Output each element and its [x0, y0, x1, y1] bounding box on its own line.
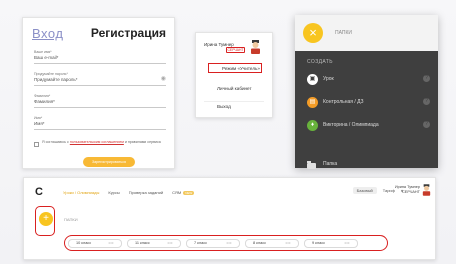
name-label: Имя* — [34, 116, 43, 120]
surname-label: Фамилия* — [34, 94, 51, 98]
menu-teacher-mode-label: Режим «Учитель» — [222, 65, 260, 71]
grade-chip-8[interactable]: 8 класс ••• — [245, 239, 299, 248]
create-section-label: СОЗДАТЬ — [307, 59, 333, 65]
grade-label: 7 класс — [194, 241, 207, 245]
create-lesson-label: Урок — [323, 76, 334, 82]
menu-cabinet[interactable]: Личный кабинет — [206, 83, 266, 93]
profile-dropdown: Ирина Тумнер СЕРЧАНТ Режим «Учитель» Лич… — [195, 32, 273, 118]
add-icon[interactable]: + — [39, 212, 53, 226]
nav-sym[interactable]: СЯМ NEW — [172, 190, 195, 195]
nav-check[interactable]: Проверка заданий — [129, 190, 163, 195]
grade-label: 9 класс — [312, 241, 325, 245]
avatar-icon[interactable] — [422, 184, 431, 196]
grade-label: 10 класс — [76, 241, 92, 245]
grade-chip-9[interactable]: 9 класс ••• — [304, 239, 358, 248]
grade-label: 11 класс — [135, 241, 150, 245]
create-quiz-item[interactable]: ♦ Викторина / Олимпиада ? — [295, 118, 438, 134]
lesson-icon: ▣ — [307, 74, 318, 85]
create-folder-label[interactable]: Папка — [323, 161, 337, 167]
create-menu-header: × ПАПКИ — [295, 15, 438, 51]
auth-tabs: Вход Регистрация — [32, 26, 166, 46]
dashboard-screenshot: С Уроки / Олимпиады Курсы Проверка задан… — [23, 177, 436, 260]
registration-card: Вход Регистрация Ваше имя* Ваш e-mail* П… — [22, 17, 175, 169]
register-button[interactable]: Зарегистрироваться — [83, 157, 135, 167]
more-icon[interactable]: ••• — [109, 240, 115, 247]
quiz-icon: ♦ — [307, 120, 318, 131]
create-test-item[interactable]: ▤ Контрольная / ДЗ ? — [295, 95, 438, 111]
test-icon: ▤ — [307, 97, 318, 108]
surname-placeholder: Фамилия* — [34, 99, 55, 104]
nav-lessons[interactable]: Уроки / Олимпиады — [63, 190, 99, 195]
name-field[interactable]: Имя* Имя* — [34, 116, 166, 130]
help-icon[interactable]: ? — [423, 75, 430, 82]
terms-prefix: Я соглашаюсь с — [42, 140, 69, 144]
more-icon[interactable]: ••• — [286, 240, 292, 247]
menu-logout[interactable]: Выход — [206, 101, 266, 111]
menu-logout-label: Выход — [217, 103, 231, 109]
user-role: СЕРЧАНТ — [402, 190, 420, 194]
grade-chip-10[interactable]: 10 класс ••• — [68, 239, 122, 248]
help-icon[interactable]: ? — [423, 121, 430, 128]
close-icon[interactable]: × — [303, 23, 323, 43]
create-test-label: Контрольная / ДЗ — [323, 99, 364, 105]
surname-field[interactable]: Фамилия* Фамилия* — [34, 94, 166, 108]
help-icon[interactable]: ? — [423, 98, 430, 105]
more-icon[interactable]: ••• — [345, 240, 351, 247]
user-block[interactable]: Ирина Тумнер СЕРЧАНТ — [395, 185, 420, 195]
profile-role-badge: СЕРЧАНТ — [226, 47, 245, 53]
folders-label: ПАПКИ — [64, 217, 78, 222]
folders-title: ПАПКИ — [335, 30, 352, 36]
more-icon[interactable]: ••• — [168, 240, 174, 247]
create-lesson-item[interactable]: ▣ Урок ? — [295, 72, 438, 88]
grade-chip-7[interactable]: 7 класс ••• — [186, 239, 240, 248]
more-icon[interactable]: ••• — [227, 240, 233, 247]
terms-text: Я соглашаюсь с пользовательским соглашен… — [42, 140, 166, 145]
password-label: Придумайте пароль* — [34, 72, 68, 76]
plan-badge[interactable]: Базовый — [352, 187, 377, 194]
name-placeholder: Имя* — [34, 121, 45, 126]
eye-icon[interactable]: ◉ — [161, 75, 166, 82]
new-badge: NEW — [183, 191, 195, 195]
tab-register[interactable]: Регистрация — [91, 26, 166, 40]
menu-teacher-mode[interactable]: Режим «Учитель» — [208, 63, 262, 73]
email-label: Ваше имя* — [34, 50, 52, 54]
terms-link[interactable]: пользовательским соглашением — [70, 140, 124, 144]
screenshot-canvas: Вход Регистрация Ваше имя* Ваш e-mail* П… — [0, 0, 456, 264]
grade-label: 8 класс — [253, 241, 266, 245]
terms-suffix: и правилами сервиса — [124, 140, 161, 144]
create-menu-panel: × ПАПКИ СОЗДАТЬ ▣ Урок ? ▤ Контрольная /… — [295, 15, 438, 169]
create-quiz-label: Викторина / Олимпиада — [323, 122, 379, 128]
password-placeholder: Придумайте пароль* — [34, 77, 78, 82]
email-placeholder: Ваш e-mail* — [34, 55, 59, 60]
terms-checkbox[interactable] — [34, 142, 39, 147]
nav-courses[interactable]: Курсы — [108, 190, 119, 195]
menu-cabinet-label: Личный кабинет — [217, 85, 252, 91]
plan-label[interactable]: Тариф — [383, 188, 395, 193]
top-nav: Уроки / Олимпиады Курсы Проверка заданий… — [63, 190, 195, 195]
grade-chip-11[interactable]: 11 класс ••• — [127, 239, 181, 248]
logo[interactable]: С — [35, 186, 43, 198]
nav-sym-label: СЯМ — [172, 190, 182, 195]
email-field[interactable]: Ваше имя* Ваш e-mail* — [34, 50, 166, 64]
password-field[interactable]: Придумайте пароль* Придумайте пароль* ◉ — [34, 72, 166, 86]
tab-login[interactable]: Вход — [32, 26, 63, 41]
avatar-icon[interactable] — [250, 40, 261, 54]
